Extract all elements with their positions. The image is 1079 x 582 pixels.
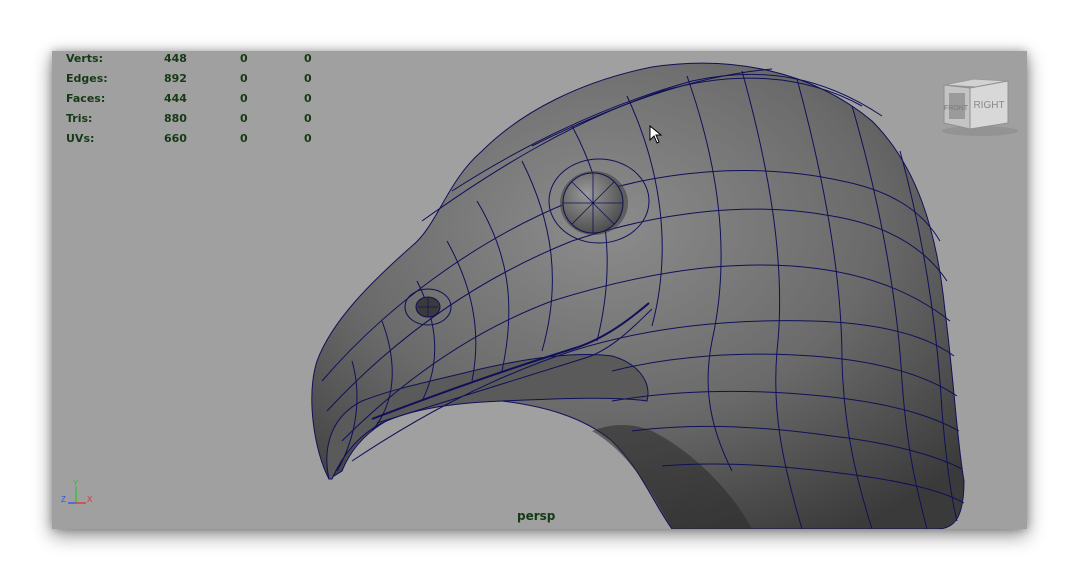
axis-gizmo: Y X Z	[61, 479, 93, 504]
hud-row-faces: Faces: 444 0 0	[66, 91, 366, 111]
hud-value: 0	[304, 132, 312, 145]
viewcube[interactable]: FRONT RIGHT	[938, 77, 1027, 141]
hud-label: UVs:	[66, 132, 95, 145]
hud-value: 0	[240, 52, 248, 65]
hud-label: Verts:	[66, 52, 104, 65]
mouse-cursor-icon	[649, 125, 663, 144]
axis-x-label: X	[87, 495, 93, 504]
viewcube-front-label: FRONT	[944, 105, 969, 112]
hud-row-edges: Edges: 892 0 0	[66, 71, 366, 91]
hud-value: 0	[240, 92, 248, 105]
poly-count-hud: Verts: 448 0 0 Edges: 892 0 0 Faces: 444…	[66, 51, 366, 151]
hud-value: 880	[164, 112, 187, 125]
hud-value: 660	[164, 132, 187, 145]
hud-value: 0	[240, 72, 248, 85]
hud-value: 0	[304, 112, 312, 125]
hud-row-uvs: UVs: 660 0 0	[66, 131, 366, 151]
hud-value: 0	[304, 92, 312, 105]
hud-value: 0	[240, 112, 248, 125]
axis-z-label: Z	[61, 495, 66, 504]
camera-name-label: persp	[517, 509, 556, 523]
hud-label: Tris:	[66, 112, 93, 125]
viewcube-right-label: RIGHT	[973, 100, 1004, 111]
hud-value: 0	[240, 132, 248, 145]
hud-row-tris: Tris: 880 0 0	[66, 111, 366, 131]
hud-value: 0	[304, 72, 312, 85]
hud-label: Edges:	[66, 72, 108, 85]
hud-value: 444	[164, 92, 187, 105]
axis-y-label: Y	[73, 479, 79, 488]
hud-label: Faces:	[66, 92, 106, 105]
viewport-persp[interactable]: Verts: 448 0 0 Edges: 892 0 0 Faces: 444…	[52, 51, 1027, 529]
hud-row-verts: Verts: 448 0 0	[66, 51, 366, 71]
hud-value: 448	[164, 52, 187, 65]
hud-value: 892	[164, 72, 187, 85]
hud-value: 0	[304, 52, 312, 65]
